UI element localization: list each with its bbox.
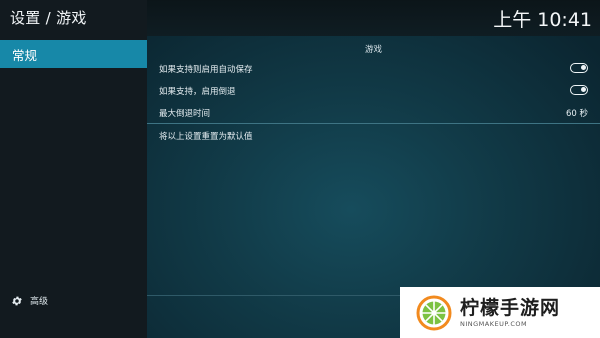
top-bar: 上午 10:41 [147,0,600,36]
clock: 上午 10:41 [493,9,592,31]
watermark-name: 柠檬手游网 [460,297,561,319]
sidebar-item-label: 常规 [12,47,38,63]
sidebar: 设置 / 游戏 常规 高级 [0,0,147,338]
setting-label: 如果支持，启用倒退 [159,87,236,97]
page-title: 设置 / 游戏 [10,9,87,27]
autosave-toggle[interactable] [570,63,588,73]
setting-autosave[interactable]: 如果支持则启用自动保存 [147,58,600,79]
setting-label: 最大倒退时间 [159,109,211,119]
lemon-logo-icon [416,295,452,330]
setting-label: 如果支持则启用自动保存 [159,65,253,75]
setting-label: 将以上设置重置为默认值 [159,132,253,142]
section-title: 游戏 [364,45,382,55]
setting-max-rewind-time[interactable]: 最大倒退时间 60 秒 [147,102,600,123]
sidebar-item-general[interactable]: 常规 [0,40,147,68]
setting-rewind[interactable]: 如果支持，启用倒退 [147,80,600,101]
watermark: 柠檬手游网 NINGMAKEUP.COM [400,287,600,338]
watermark-url: NINGMAKEUP.COM [460,320,528,328]
divider [147,123,600,124]
gear-icon [12,296,22,305]
rewind-toggle[interactable] [570,85,588,95]
advanced-settings-button[interactable]: 高级 [11,294,48,307]
setting-value: 60 秒 [565,109,588,119]
reset-defaults-item[interactable]: 将以上设置重置为默认值 [147,125,600,146]
advanced-label: 高级 [30,297,49,307]
